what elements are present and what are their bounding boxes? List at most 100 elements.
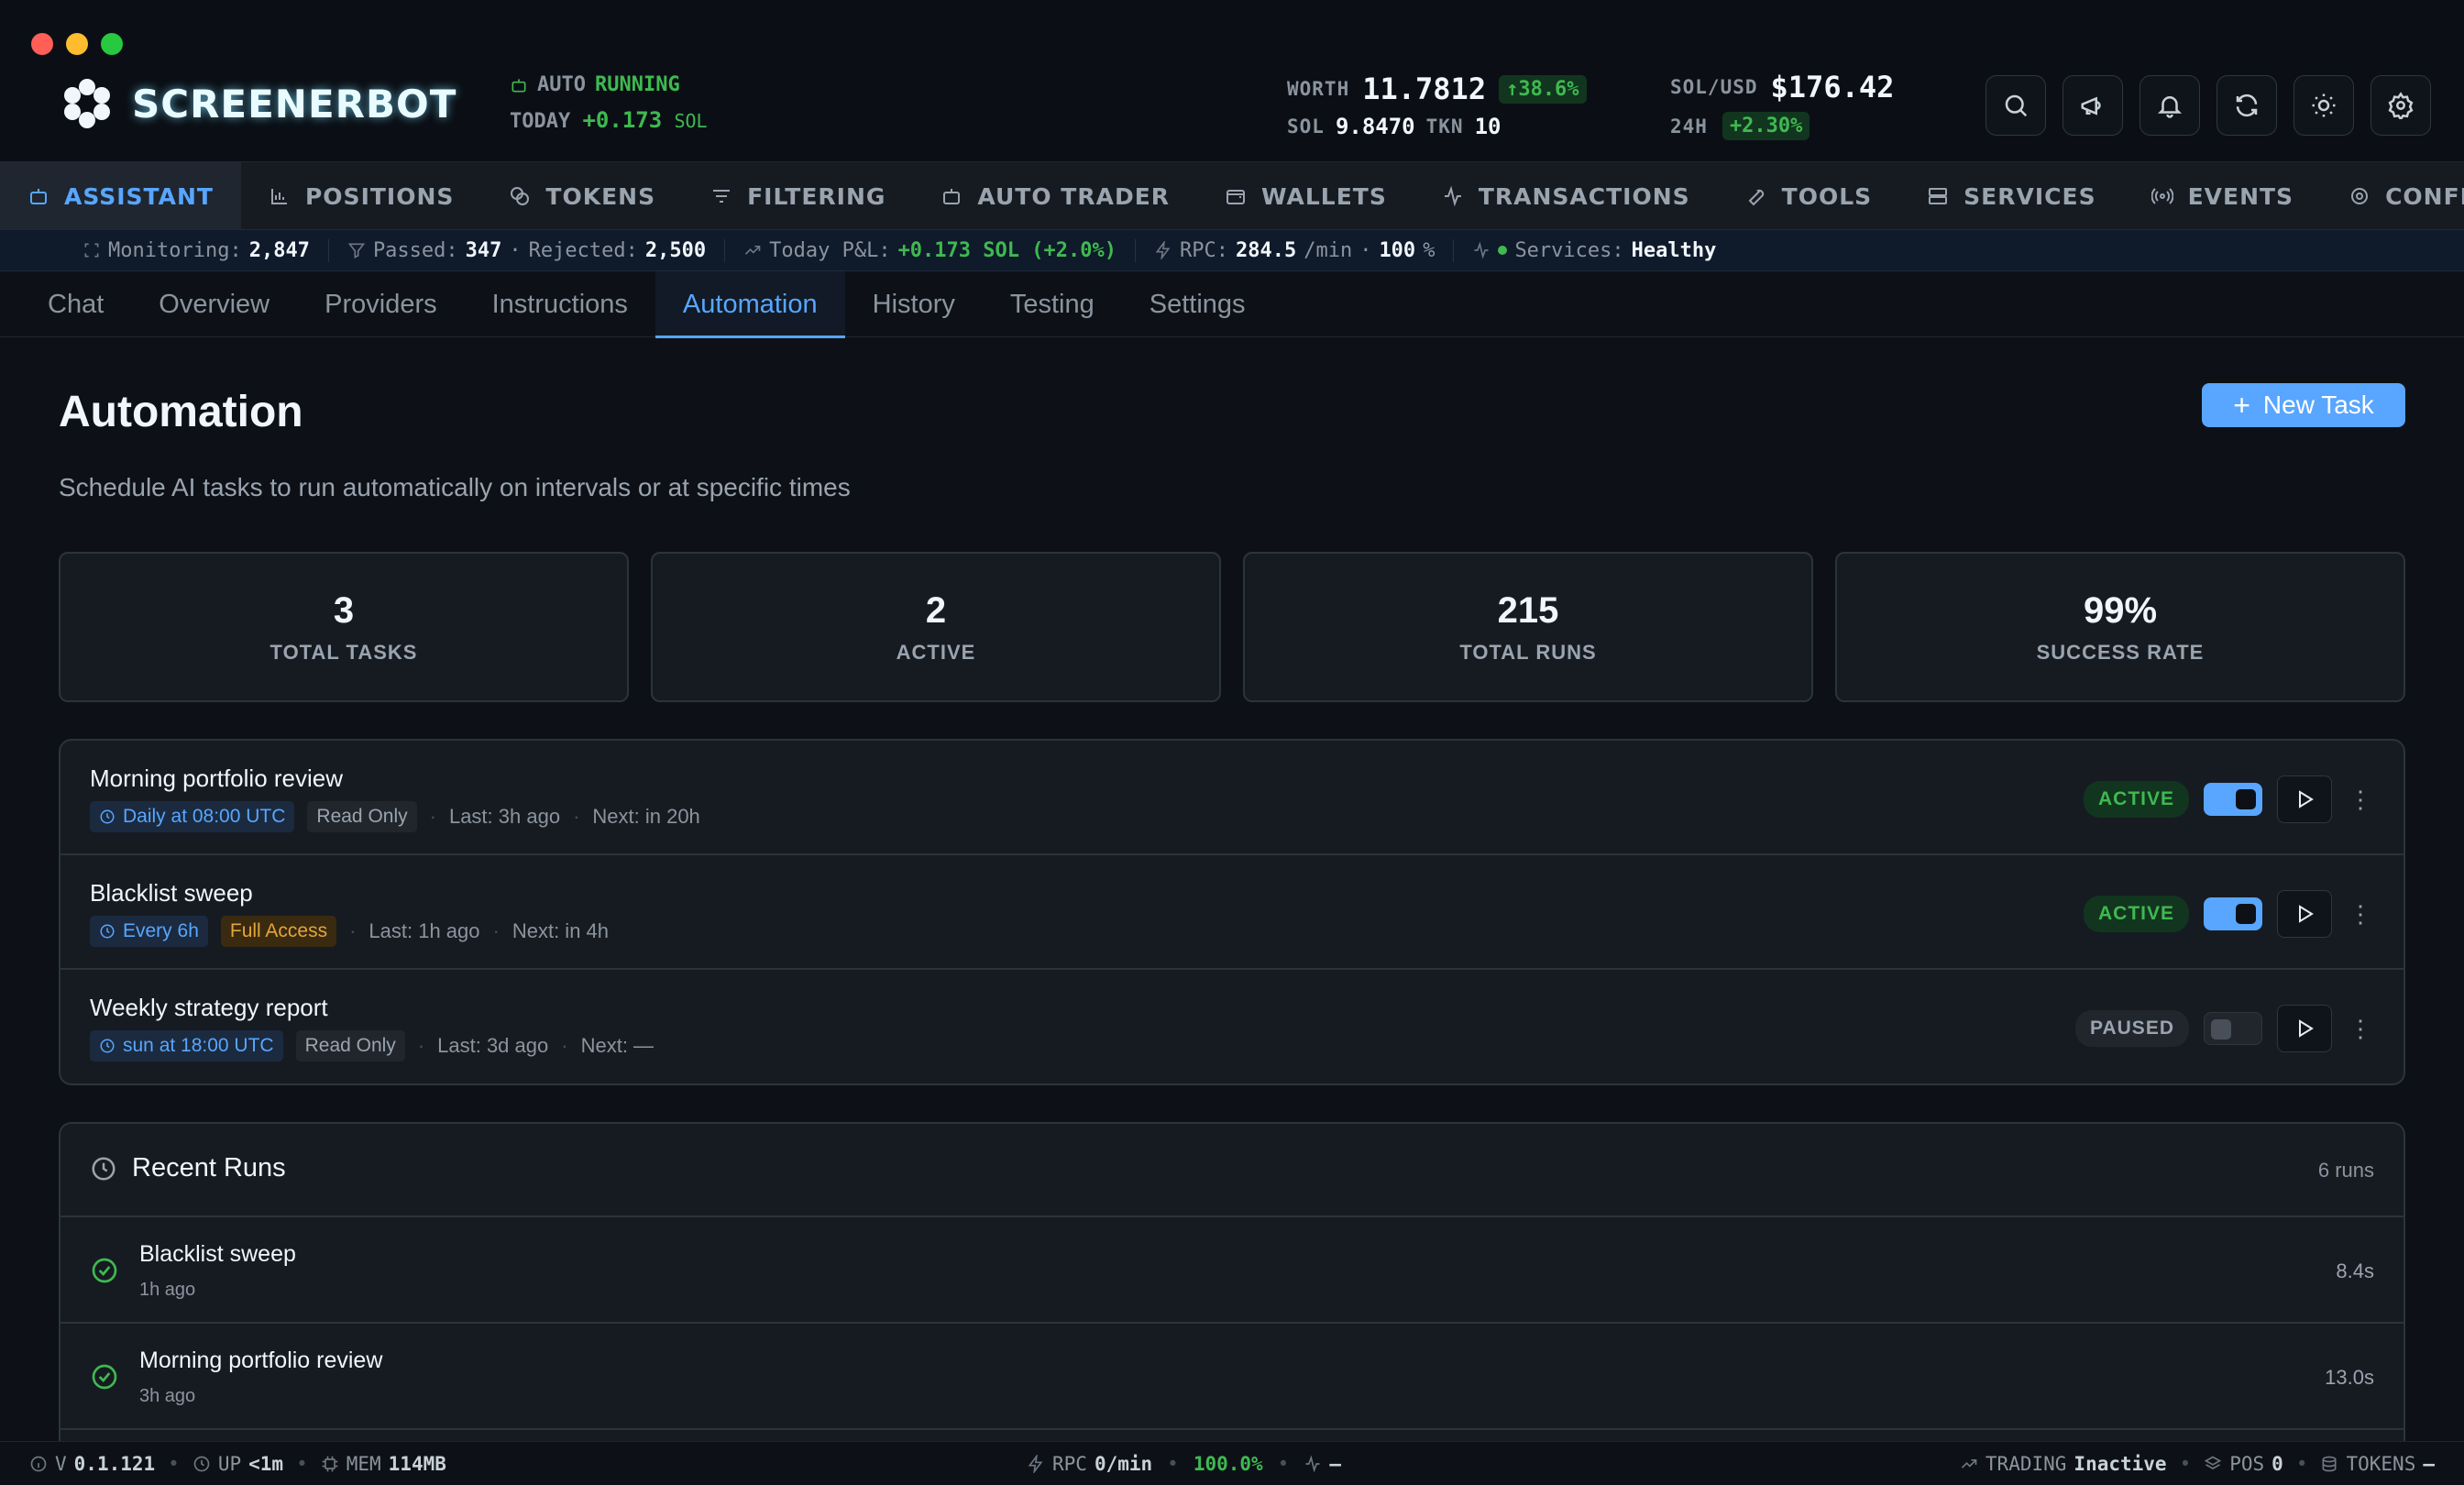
access-chip: Read Only: [307, 801, 417, 832]
run-time: 3h ago: [139, 1386, 196, 1406]
play-icon: [2299, 790, 2314, 808]
more-vertical-icon: ⋮: [2348, 899, 2372, 928]
tab-history[interactable]: History: [845, 271, 983, 337]
wallet-worth: WORTH 11.7812 ↑38.6% SOL 9.8470 TKN 10: [1287, 72, 1587, 139]
brand: SCREENERBOT: [62, 79, 456, 128]
new-task-button[interactable]: + New Task: [2202, 383, 2405, 427]
tab-chat[interactable]: Chat: [20, 271, 131, 337]
bot-icon: [30, 189, 47, 204]
gear-icon: [2388, 92, 2414, 119]
activity-icon: [1444, 185, 1461, 207]
theme-toggle-button[interactable]: [2294, 75, 2354, 136]
task-row[interactable]: Blacklist sweep Every 6h Full Access · L…: [60, 855, 2404, 970]
refresh-button[interactable]: [2216, 75, 2277, 136]
run-now-button[interactable]: [2277, 890, 2332, 938]
close-window-button[interactable]: [31, 33, 53, 55]
chart-icon: [270, 189, 287, 204]
task-row[interactable]: Weekly strategy report sun at 18:00 UTC …: [60, 970, 2404, 1084]
worth-change: ↑38.6%: [1499, 74, 1587, 104]
tkn-label: TKN: [1425, 116, 1464, 138]
h24-change: +2.30%: [1722, 112, 1810, 140]
clock-icon: [92, 1157, 116, 1180]
layers-icon: [2205, 1456, 2222, 1469]
nav-services[interactable]: SERVICES: [1899, 162, 2123, 229]
nav-positions[interactable]: POSITIONS: [241, 162, 481, 229]
solusd-label: SOL/USD: [1670, 76, 1758, 98]
sun-icon: [2312, 94, 2336, 117]
tab-settings[interactable]: Settings: [1122, 271, 1273, 337]
activity-icon: [1474, 241, 1489, 259]
more-menu-button[interactable]: ⋮: [2347, 890, 2374, 938]
wrench-icon: [1748, 189, 1764, 206]
nav-transactions[interactable]: TRANSACTIONS: [1414, 162, 1718, 229]
nav-tools[interactable]: TOOLS: [1718, 162, 1900, 229]
announcements-button[interactable]: [2062, 75, 2123, 136]
today-label: TODAY: [510, 110, 571, 133]
zap-icon: [1028, 1455, 1043, 1473]
task-enabled-toggle[interactable]: [2204, 1012, 2262, 1045]
tab-overview[interactable]: Overview: [131, 271, 297, 337]
worth-value: 11.7812: [1362, 72, 1487, 106]
cpu-icon: [322, 1456, 338, 1472]
task-enabled-toggle[interactable]: [2204, 783, 2262, 816]
more-menu-button[interactable]: ⋮: [2347, 776, 2374, 823]
activity-icon: [1305, 1455, 1320, 1473]
tab-testing[interactable]: Testing: [983, 271, 1122, 337]
auto-state: RUNNING: [594, 73, 680, 96]
bottom-status-bar: V 0.1.121 • UP <1m • MEM 114MB RPC 0/min…: [0, 1441, 2464, 1485]
nav-wallets[interactable]: WALLETS: [1197, 162, 1414, 229]
task-name: Weekly strategy report: [90, 994, 328, 1021]
run-duration: 8.4s: [2336, 1260, 2374, 1282]
maximize-window-button[interactable]: [101, 33, 123, 55]
run-time: 1h ago: [139, 1280, 196, 1300]
run-row[interactable]: Morning portfolio review 3h ago 13.0s: [60, 1324, 2404, 1430]
notifications-button[interactable]: [2140, 75, 2200, 136]
sol-label: SOL: [1287, 116, 1325, 138]
task-row[interactable]: Morning portfolio review Daily at 08:00 …: [60, 741, 2404, 855]
more-menu-button[interactable]: ⋮: [2347, 1005, 2374, 1052]
auto-trader-status: AUTO RUNNING TODAY +0.173 SOL: [510, 73, 708, 133]
trending-up-icon: [1961, 1459, 1977, 1468]
minimize-window-button[interactable]: [66, 33, 88, 55]
nav-auto-trader[interactable]: AUTO TRADER: [913, 162, 1197, 229]
nav-filtering[interactable]: FILTERING: [683, 162, 913, 229]
wallet-icon: [1226, 190, 1246, 204]
window-controls: [31, 33, 123, 55]
search-button[interactable]: [1986, 75, 2046, 136]
settings-button[interactable]: [2370, 75, 2431, 136]
page-subtitle: Schedule AI tasks to run automatically o…: [59, 473, 851, 501]
main-nav: ASSISTANT POSITIONS TOKENS FILTERING AUT…: [0, 161, 2464, 229]
success-info: 100.0%: [1193, 1453, 1263, 1475]
status-badge: ACTIVE: [2083, 896, 2189, 932]
gear-icon: [2351, 188, 2369, 204]
task-name: Morning portfolio review: [90, 764, 344, 792]
task-meta: Every 6h Full Access · Last: 1h ago · Ne…: [90, 916, 609, 947]
more-vertical-icon: ⋮: [2348, 785, 2372, 813]
logo-icon: [62, 79, 112, 128]
radio-icon: [2150, 188, 2173, 204]
tab-providers[interactable]: Providers: [297, 271, 465, 337]
status-badge: PAUSED: [2075, 1010, 2189, 1047]
task-enabled-toggle[interactable]: [2204, 897, 2262, 930]
coins-icon: [511, 187, 530, 205]
run-now-button[interactable]: [2277, 776, 2332, 823]
tab-automation[interactable]: Automation: [654, 271, 845, 338]
filter-icon: [347, 243, 366, 258]
nav-events[interactable]: EVENTS: [2124, 162, 2322, 229]
stat-total-runs: 215 TOTAL RUNS: [1243, 552, 1813, 702]
check-circle-icon: [90, 1362, 119, 1392]
filter-stat: Passed: 347 · Rejected: 2,500: [329, 238, 726, 262]
task-controls: PAUSED ⋮: [2075, 1005, 2374, 1052]
run-row[interactable]: Blacklist sweep 1h ago 8.4s: [60, 1217, 2404, 1324]
status-strip: Monitoring: 2,847 Passed: 347 · Rejected…: [0, 229, 2464, 271]
worth-label: WORTH: [1287, 78, 1350, 100]
run-now-button[interactable]: [2277, 1005, 2332, 1052]
last-run: Last: 3d ago: [437, 1034, 549, 1057]
tab-instructions[interactable]: Instructions: [465, 271, 655, 337]
nav-config[interactable]: CONFIG: [2321, 162, 2464, 229]
nav-assistant[interactable]: ASSISTANT: [0, 162, 241, 229]
task-meta: Daily at 08:00 UTC Read Only · Last: 3h …: [90, 801, 700, 832]
schedule-chip: sun at 18:00 UTC: [90, 1030, 283, 1062]
nav-tokens[interactable]: TOKENS: [481, 162, 683, 229]
run-duration: 13.0s: [2325, 1366, 2374, 1389]
